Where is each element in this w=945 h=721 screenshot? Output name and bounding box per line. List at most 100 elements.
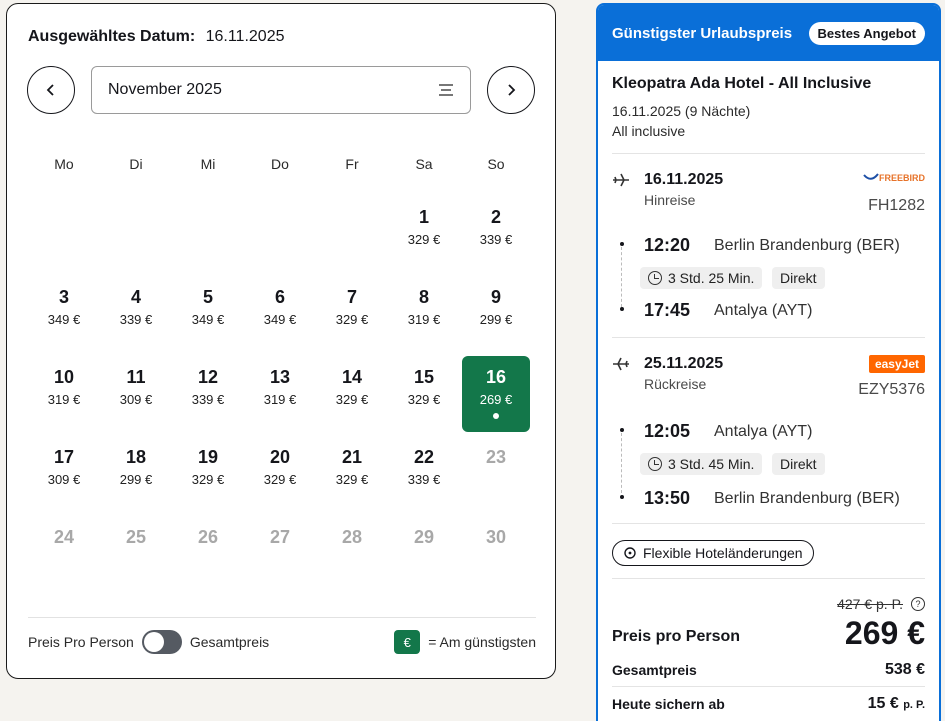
day-price: 329 € xyxy=(335,392,369,407)
selected-dot xyxy=(493,413,499,419)
best-offer-badge: Bestes Angebot xyxy=(808,21,925,45)
weekday-label: Mi xyxy=(200,156,216,172)
day-cell[interactable]: 14 329 € xyxy=(316,356,388,436)
plane-departure-icon xyxy=(613,173,629,187)
day-cell[interactable]: 6 349 € xyxy=(244,276,316,356)
day-cell[interactable]: 4 339 € xyxy=(100,276,172,356)
flexible-hotel-changes-button[interactable]: Flexible Hoteländerungen xyxy=(612,540,814,566)
freebird-logo: FREEBIRD xyxy=(863,173,925,183)
cheapest-badge: € xyxy=(394,630,421,654)
day-price: 319 € xyxy=(47,392,81,407)
day-cell[interactable]: 5 349 € xyxy=(172,276,244,356)
calendar-footer: Preis Pro Person Gesamtpreis € = Am güns… xyxy=(28,617,536,654)
timeline-dot xyxy=(620,495,624,499)
day-cell[interactable]: 19 329 € xyxy=(172,436,244,516)
return-dep-airport: Antalya (AYT) xyxy=(714,423,813,440)
outbound-dep-time: 12:20 xyxy=(644,235,691,255)
weekday-label: Fr xyxy=(345,156,359,172)
offer-header: Günstigster Urlaubspreis Bestes Angebot xyxy=(598,5,939,61)
day-cell[interactable]: 15 329 € xyxy=(388,356,460,436)
day-number: 29 xyxy=(413,527,435,547)
day-number: 19 xyxy=(197,447,219,467)
outbound-arr-airport: Antalya (AYT) xyxy=(714,302,813,319)
empty-cell xyxy=(244,196,316,276)
day-cell: 27 xyxy=(244,516,316,596)
return-flight-number: EZY5376 xyxy=(858,381,925,398)
day-number: 28 xyxy=(341,527,363,547)
day-number: 25 xyxy=(125,527,147,547)
weekday-header: Mo Di Mi Do Fr Sa So xyxy=(28,156,532,172)
day-number: 22 xyxy=(413,447,435,467)
day-cell: 26 xyxy=(172,516,244,596)
day-price: 329 € xyxy=(407,392,441,407)
day-cell[interactable]: 13 319 € xyxy=(244,356,316,436)
day-number: 14 xyxy=(341,367,363,387)
day-cell: 28 xyxy=(316,516,388,596)
day-number: 26 xyxy=(197,527,219,547)
weekday-label: Mo xyxy=(54,156,74,172)
calendar-card: Ausgewähltes Datum: 16.11.2025 November … xyxy=(6,3,556,679)
day-number: 24 xyxy=(53,527,75,547)
day-price: 329 € xyxy=(191,472,225,487)
day-cell[interactable]: 3 349 € xyxy=(28,276,100,356)
price-value: 269 € xyxy=(844,615,925,651)
day-number: 21 xyxy=(341,447,363,467)
return-date: 25.11.2025 xyxy=(644,355,724,372)
return-duration: 3 Std. 45 Min. xyxy=(640,453,763,475)
day-price: 269 € xyxy=(479,392,513,407)
day-cell-selected[interactable]: 16 269 € xyxy=(462,356,530,432)
day-cell[interactable]: 18 299 € xyxy=(100,436,172,516)
day-cell: 30 xyxy=(460,516,532,596)
month-select[interactable]: November 2025 xyxy=(91,66,471,114)
clock-icon xyxy=(648,271,662,285)
offer-title: Günstigster Urlaubspreis xyxy=(612,24,793,42)
day-number: 20 xyxy=(269,447,291,467)
per-person-label: Preis Pro Person xyxy=(28,634,134,650)
outbound-date: 16.11.2025 xyxy=(644,171,724,188)
price-mode-toggle[interactable] xyxy=(141,630,182,654)
day-price: 329 € xyxy=(335,472,369,487)
day-number: 16 xyxy=(485,367,507,387)
return-type: Direkt xyxy=(772,453,825,475)
day-cell[interactable]: 10 319 € xyxy=(28,356,100,436)
prev-month-button[interactable] xyxy=(27,66,75,114)
day-number: 11 xyxy=(126,367,146,387)
total-price-label: Gesamtpreis xyxy=(189,634,270,650)
divider xyxy=(612,686,925,687)
day-number: 9 xyxy=(490,287,501,307)
day-cell[interactable]: 12 339 € xyxy=(172,356,244,436)
day-cell[interactable]: 21 329 € xyxy=(316,436,388,516)
weekday-label: So xyxy=(487,156,505,172)
legend: € = Am günstigsten xyxy=(394,630,536,654)
day-number: 15 xyxy=(413,367,435,387)
month-label: November 2025 xyxy=(108,81,222,98)
day-number: 12 xyxy=(197,367,219,387)
timeline-dot xyxy=(620,242,624,246)
day-cell[interactable]: 20 329 € xyxy=(244,436,316,516)
old-price: 427 € p. P. ? xyxy=(837,596,925,612)
day-price: 339 € xyxy=(479,232,513,247)
next-month-button[interactable] xyxy=(487,66,535,114)
day-price: 349 € xyxy=(263,312,297,327)
hotel-name: Kleopatra Ada Hotel - All Inclusive xyxy=(612,75,872,92)
selected-date-value: 16.11.2025 xyxy=(205,28,285,45)
day-cell[interactable]: 1 329 € xyxy=(388,196,460,276)
info-icon[interactable]: ? xyxy=(911,597,925,611)
day-number: 3 xyxy=(58,287,69,307)
day-number: 8 xyxy=(418,287,429,307)
day-cell[interactable]: 8 319 € xyxy=(388,276,460,356)
return-arr-time: 13:50 xyxy=(644,488,691,508)
weekday-label: Di xyxy=(129,156,143,172)
day-cell[interactable]: 11 309 € xyxy=(100,356,172,436)
day-cell[interactable]: 2 339 € xyxy=(460,196,532,276)
day-price: 309 € xyxy=(47,472,81,487)
day-cell[interactable]: 7 329 € xyxy=(316,276,388,356)
old-price-value: 427 € p. P. xyxy=(837,596,903,612)
selected-date: Ausgewähltes Datum: 16.11.2025 xyxy=(28,28,284,46)
day-cell[interactable]: 17 309 € xyxy=(28,436,100,516)
day-number: 30 xyxy=(485,527,507,547)
day-cell[interactable]: 9 299 € xyxy=(460,276,532,356)
price-label: Preis pro Person xyxy=(612,628,741,645)
day-cell[interactable]: 22 339 € xyxy=(388,436,460,516)
refresh-icon xyxy=(624,547,636,559)
